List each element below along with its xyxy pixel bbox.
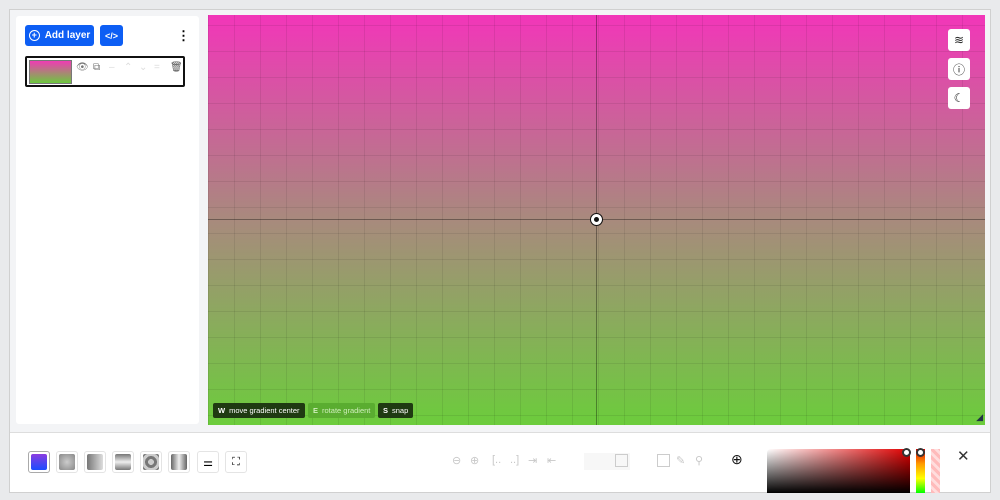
saturation-picker[interactable] bbox=[767, 448, 911, 493]
hint-rotate: Erotate gradient bbox=[308, 403, 376, 418]
hint-move-center: Wmove gradient center bbox=[213, 403, 305, 418]
add-layer-button[interactable]: + Add layer bbox=[25, 25, 94, 46]
moon-icon[interactable]: ☾ bbox=[948, 87, 970, 109]
checkbox[interactable] bbox=[657, 454, 670, 467]
align-right-icon[interactable]: ⇥ bbox=[528, 454, 537, 467]
code-button[interactable]: </> bbox=[100, 25, 123, 46]
stop-color-swatch[interactable] bbox=[615, 454, 628, 467]
close-icon[interactable]: ✕ bbox=[957, 447, 970, 465]
gradient-canvas[interactable]: ≋ ⓘ ☾ Wmove gradient center Erotate grad… bbox=[208, 15, 985, 425]
zoom-out-icon[interactable]: ⊖ bbox=[452, 454, 461, 467]
duplicate-icon[interactable]: ⧉ bbox=[93, 62, 100, 73]
chevron-down-icon[interactable]: ⌄ bbox=[139, 62, 147, 73]
eye-icon[interactable]: 👁 bbox=[76, 62, 89, 73]
pencil-icon[interactable]: ✎ bbox=[676, 454, 685, 467]
gradient-center-handle[interactable] bbox=[590, 213, 603, 226]
layer-item[interactable]: 👁 ⧉ – ⌃ ⌄ = 🗑 bbox=[25, 56, 185, 87]
move-up-icon[interactable]: – bbox=[109, 62, 115, 73]
chevron-up-icon[interactable]: ⌃ bbox=[124, 62, 132, 73]
hue-slider[interactable] bbox=[916, 448, 925, 493]
hint-snap: Ssnap bbox=[378, 403, 414, 418]
merge-icon[interactable]: = bbox=[154, 62, 160, 73]
paint-roller-icon[interactable]: ⚲ bbox=[695, 454, 703, 467]
repeating-conic-button[interactable] bbox=[168, 451, 190, 473]
conic-gradient-button[interactable] bbox=[84, 451, 106, 473]
help-icon[interactable]: ⓘ bbox=[948, 58, 970, 80]
repeating-radial-button[interactable] bbox=[140, 451, 162, 473]
resize-handle-icon[interactable]: ◢ bbox=[976, 412, 983, 423]
add-layer-label: Add layer bbox=[44, 30, 91, 41]
focus-icon[interactable]: ⛶ bbox=[225, 451, 247, 473]
repeating-linear-button[interactable] bbox=[112, 451, 134, 473]
align-left-icon[interactable]: ⇤ bbox=[547, 454, 556, 467]
linear-gradient-button[interactable] bbox=[28, 451, 50, 473]
alpha-slider[interactable] bbox=[931, 449, 940, 493]
crosshair-icon[interactable]: ⊕ bbox=[731, 451, 743, 468]
zoom-in-icon[interactable]: ⊕ bbox=[470, 454, 479, 467]
radial-gradient-button[interactable] bbox=[56, 451, 78, 473]
bottom-toolbar: ⚌ ⛶ ⊖ ⊕ [.. ..] ⇥ ⇤ ✎ ⚲ ⊕ ✕ bbox=[10, 432, 990, 493]
plus-circle-icon: + bbox=[28, 30, 40, 41]
more-menu-icon[interactable]: ⋮ bbox=[177, 28, 190, 44]
bracket-left-icon[interactable]: [.. bbox=[492, 454, 501, 466]
trash-icon[interactable]: 🗑 bbox=[170, 62, 183, 73]
sliders-icon[interactable]: ⚌ bbox=[197, 451, 219, 473]
layers-icon[interactable]: ≋ bbox=[948, 29, 970, 51]
layer-thumbnail bbox=[29, 60, 72, 84]
bracket-right-icon[interactable]: ..] bbox=[510, 454, 519, 466]
